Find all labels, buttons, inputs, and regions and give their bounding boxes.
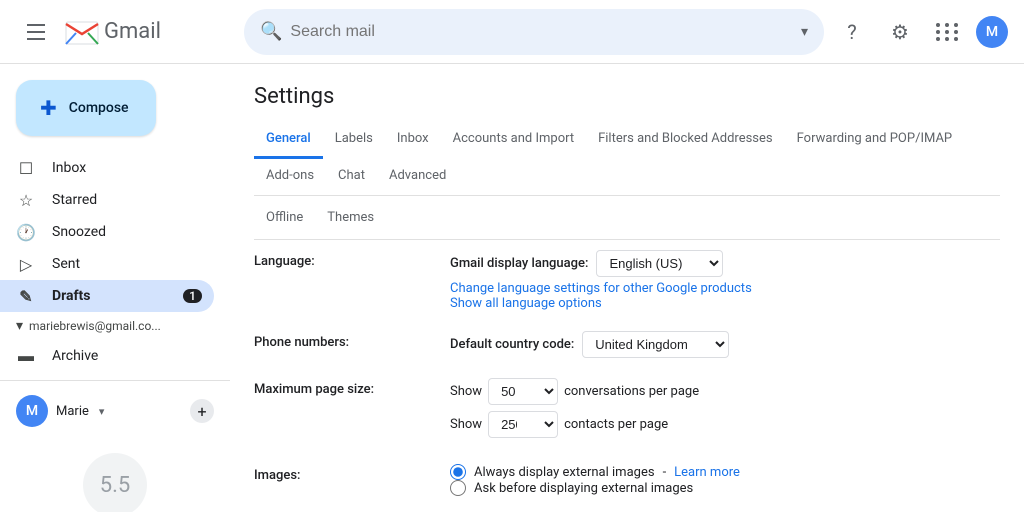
sidebar-item-sent[interactable]: ▷ Sent (0, 248, 214, 280)
page-size-value: Show 50 conversations per page Show 250 … (450, 378, 1000, 444)
sidebar-item-starred[interactable]: ☆ Starred (0, 184, 214, 216)
gmail-logo: Gmail (64, 14, 161, 50)
tab-labels[interactable]: Labels (323, 121, 385, 159)
tab-general[interactable]: General (254, 121, 323, 159)
contacts-per-page-select[interactable]: 250 (488, 411, 558, 438)
sidebar-item-label: Snoozed (52, 224, 202, 240)
sidebar-item-inbox[interactable]: ☐ Inbox (0, 152, 214, 184)
images-always-label: Always display external images (474, 465, 655, 480)
country-code-select[interactable]: United Kingdom (582, 331, 729, 358)
images-always-option[interactable]: Always display external images - Learn m… (450, 464, 1000, 480)
topbar-right: ? ⚙ M (832, 12, 1008, 52)
settings-subtabs: Offline Themes (254, 196, 1000, 240)
page-size-row: Maximum page size: Show 50 conversations… (254, 368, 1000, 454)
tab-addons[interactable]: Add-ons (254, 158, 326, 196)
images-ask-option[interactable]: Ask before displaying external images (450, 480, 1000, 496)
account-row[interactable]: M Marie ▾ + (0, 389, 230, 433)
images-value: Always display external images - Learn m… (450, 464, 1000, 496)
account-email: mariebrewis@gmail.co... (29, 319, 161, 333)
sidebar-item-snoozed[interactable]: 🕐 Snoozed (0, 216, 214, 248)
learn-more-link[interactable]: Learn more (674, 465, 740, 480)
language-value: Gmail display language: English (US) Cha… (450, 250, 1000, 311)
language-row: Language: Gmail display language: Englis… (254, 240, 1000, 321)
phone-value: Default country code: United Kingdom (450, 331, 1000, 358)
drafts-icon: ✎ (16, 287, 36, 306)
main-layout: ✚ Compose ☐ Inbox ☆ Starred 🕐 Snoozed ▷ … (0, 64, 1024, 512)
apps-icon[interactable] (928, 12, 968, 52)
help-icon[interactable]: ? (832, 12, 872, 52)
sidebar-item-label: Inbox (52, 160, 202, 176)
search-input[interactable] (290, 23, 793, 41)
images-ask-radio[interactable] (450, 480, 466, 496)
apps-grid-icon (936, 23, 960, 41)
topbar-left: Gmail (16, 12, 236, 52)
tab-chat[interactable]: Chat (326, 158, 377, 196)
show-language-link[interactable]: Show all language options (450, 296, 602, 311)
sidebar-item-archive[interactable]: ▬ Archive (0, 340, 214, 372)
sidebar-item-drafts[interactable]: ✎ Drafts 1 (0, 280, 214, 312)
search-dropdown-icon[interactable]: ▾ (801, 24, 808, 40)
clock-icon: 🕐 (16, 223, 36, 242)
gmail-label: Gmail (104, 19, 161, 44)
phone-display-label: Default country code: (450, 337, 574, 352)
tab-accounts[interactable]: Accounts and Import (441, 121, 586, 159)
settings-tabs: General Labels Inbox Accounts and Import… (254, 121, 1000, 196)
add-account-button[interactable]: + (190, 399, 214, 423)
account-name: Marie (56, 404, 89, 419)
sidebar: ✚ Compose ☐ Inbox ☆ Starred 🕐 Snoozed ▷ … (0, 64, 230, 512)
language-display-label: Gmail display language: (450, 256, 588, 271)
settings-content: Settings General Labels Inbox Accounts a… (230, 64, 1024, 512)
hamburger-icon (27, 24, 45, 40)
sidebar-item-account-email[interactable]: ▾ mariebrewis@gmail.co... (0, 312, 230, 340)
sent-icon: ▷ (16, 255, 36, 274)
phone-label: Phone numbers: (254, 331, 434, 350)
archive-icon: ▬ (16, 346, 36, 366)
conversations-suffix: conversations per page (564, 384, 699, 399)
conversations-prefix: Show (450, 384, 482, 399)
account-avatar: M (16, 395, 48, 427)
inbox-icon: ☐ (16, 159, 36, 178)
contacts-suffix: contacts per page (564, 417, 668, 432)
topbar: Gmail 🔍 ▾ ? ⚙ M (0, 0, 1024, 64)
images-always-radio[interactable] (450, 464, 466, 480)
sidebar-item-label: Drafts (52, 288, 167, 304)
tab-inbox[interactable]: Inbox (385, 121, 441, 159)
subtab-themes[interactable]: Themes (315, 204, 386, 231)
sidebar-item-label: Starred (52, 192, 202, 208)
tab-filters[interactable]: Filters and Blocked Addresses (586, 121, 785, 159)
drafts-badge: 1 (183, 289, 202, 303)
subtab-offline[interactable]: Offline (254, 204, 315, 231)
tab-forwarding[interactable]: Forwarding and POP/IMAP (785, 121, 965, 159)
account-icon: ▾ (16, 318, 23, 334)
star-icon: ☆ (16, 191, 36, 210)
sidebar-divider (0, 380, 230, 381)
sidebar-item-label: Archive (52, 348, 202, 364)
settings-icon[interactable]: ⚙ (880, 12, 920, 52)
phone-row: Phone numbers: Default country code: Uni… (254, 321, 1000, 368)
images-label: Images: (254, 464, 434, 483)
tab-advanced[interactable]: Advanced (377, 158, 458, 196)
language-label: Language: (254, 250, 434, 269)
images-ask-label: Ask before displaying external images (474, 481, 693, 496)
user-avatar[interactable]: M (976, 16, 1008, 48)
page-title: Settings (254, 64, 1000, 121)
sidebar-item-label: Sent (52, 256, 202, 272)
language-select[interactable]: English (US) (596, 250, 723, 277)
search-bar[interactable]: 🔍 ▾ (244, 9, 824, 55)
account-dropdown-icon: ▾ (99, 405, 105, 418)
menu-button[interactable] (16, 12, 56, 52)
images-row: Images: Always display external images -… (254, 454, 1000, 506)
change-language-link[interactable]: Change language settings for other Googl… (450, 281, 752, 296)
compose-label: Compose (69, 100, 129, 116)
gmail-logo-svg (64, 14, 100, 50)
search-icon: 🔍 (260, 21, 282, 42)
decorative-badge: 5.5 (83, 453, 147, 512)
conversations-per-page-select[interactable]: 50 (488, 378, 558, 405)
undo-send-row: Undo Send: Send cancellation period: 5 s… (254, 506, 1000, 512)
page-size-label: Maximum page size: (254, 378, 434, 397)
contacts-prefix: Show (450, 417, 482, 432)
compose-button[interactable]: ✚ Compose (16, 80, 156, 136)
compose-plus-icon: ✚ (40, 96, 57, 120)
